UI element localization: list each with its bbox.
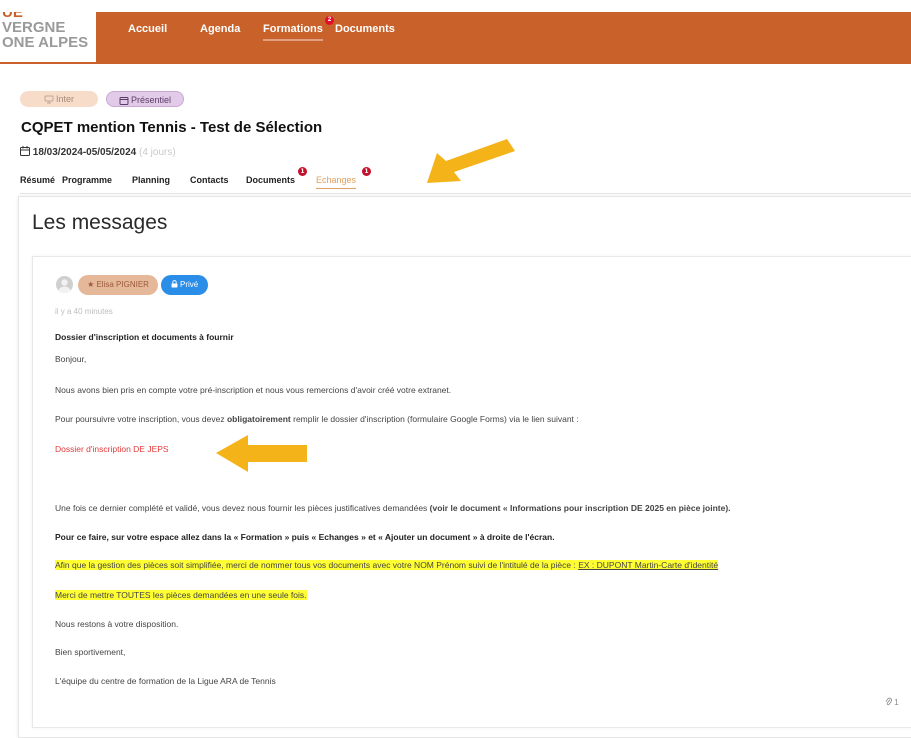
nav-item-agenda[interactable]: Agenda [200,23,240,35]
nav-item-documents[interactable]: Documents [335,23,395,35]
tab-programme[interactable]: Programme [62,175,112,185]
registration-form-link[interactable]: Dossier d'inscription DE JEPS [55,444,169,454]
duration: (4 jours) [139,147,176,158]
message-paragraph-5: Afin que la gestion des pièces soit simp… [55,560,719,570]
private-label: Privé [180,280,199,289]
tab-echanges[interactable]: Echanges [316,175,357,189]
chip-presentiel-label: Présentiel [130,95,172,105]
chip-presentiel: Présentiel [106,91,184,107]
p2-text-end: remplir le dossier d'inscription (formul… [290,414,579,424]
p3-emphasis: (voir le document « Informations pour in… [429,503,731,513]
message-card [32,256,911,728]
star-icon: ★ [87,280,95,289]
message-greeting: Bonjour, [55,354,87,364]
attachment-indicator[interactable]: 1 [885,697,899,707]
tab-planning[interactable]: Planning [132,175,170,185]
message-signature: L'équipe du centre de formation de la Li… [55,676,276,686]
nav-item-formations[interactable]: Formations 2 [263,16,334,41]
date-range: 18/03/2024-05/05/2024 [32,147,137,158]
p2-text-start: Pour poursuivre votre inscription, vous … [55,414,227,424]
message-paragraph-1: Nous avons bien pris en compte votre pré… [55,385,452,395]
tab-resume[interactable]: Résumé [20,175,55,185]
tab-documents[interactable]: Documents [246,175,295,185]
p5-example: EX : DUPONT Martin-Carte d'identité [578,560,719,570]
top-navbar: UE VERGNE ONE ALPES Accueil Agenda Forma… [0,12,911,64]
message-paragraph-2: Pour poursuivre votre inscription, vous … [55,414,579,424]
chip-inter: Inter [20,91,98,107]
avatar [56,276,73,293]
message-paragraph-8: Bien sportivement, [55,647,126,657]
p2-emphasis: obligatoirement [226,414,291,424]
calendar-icon [119,97,129,105]
message-timestamp: il y a 40 minutes [55,307,113,316]
p5-highlighted-text: Afin que la gestion des pièces soit simp… [55,560,576,570]
p6-highlighted-text: Merci de mettre TOUTES les pièces demand… [55,590,307,600]
nav-item-formations-label: Formations [263,23,323,35]
attachment-count: 1 [894,698,899,707]
message-paragraph-6: Merci de mettre TOUTES les pièces demand… [55,590,307,600]
author-badge[interactable]: ★ Elisa PIGNIER [78,275,158,295]
private-badge: Privé [161,275,208,295]
section-title: Les messages [32,211,168,234]
notification-badge: 2 [325,16,334,25]
tab-contacts[interactable]: Contacts [190,175,229,185]
paperclip-icon [885,697,894,707]
logo-text-line-2: VERGNE [2,19,66,36]
message-paragraph-4: Pour ce faire, sur votre espace allez da… [55,532,555,542]
chip-inter-label: Inter [55,94,74,104]
message-paragraph-3: Une fois ce dernier complété et validé, … [55,503,731,513]
nav-item-accueil[interactable]: Accueil [128,23,167,35]
training-title: CQPET mention Tennis - Test de Sélection [21,119,323,136]
monitor-icon [44,95,54,104]
message-subject: Dossier d'inscription et documents à fou… [55,332,234,342]
p3-text: Une fois ce dernier complété et validé, … [55,503,430,513]
author-name: Elisa PIGNIER [96,280,149,289]
tab-echanges-badge: 1 [362,167,371,176]
lock-icon [171,280,180,289]
logo-text-line-3: ONE ALPES [2,34,89,51]
message-paragraph-7: Nous restons à votre disposition. [55,619,179,629]
annotation-arrow-icon [216,435,307,472]
calendar-icon [20,146,30,156]
annotation-arrow-icon [427,139,515,183]
training-dates: 18/03/2024-05/05/2024 (4 jours) [20,146,176,158]
league-logo[interactable]: UE VERGNE ONE ALPES [0,12,96,62]
tab-documents-badge: 1 [298,167,307,176]
